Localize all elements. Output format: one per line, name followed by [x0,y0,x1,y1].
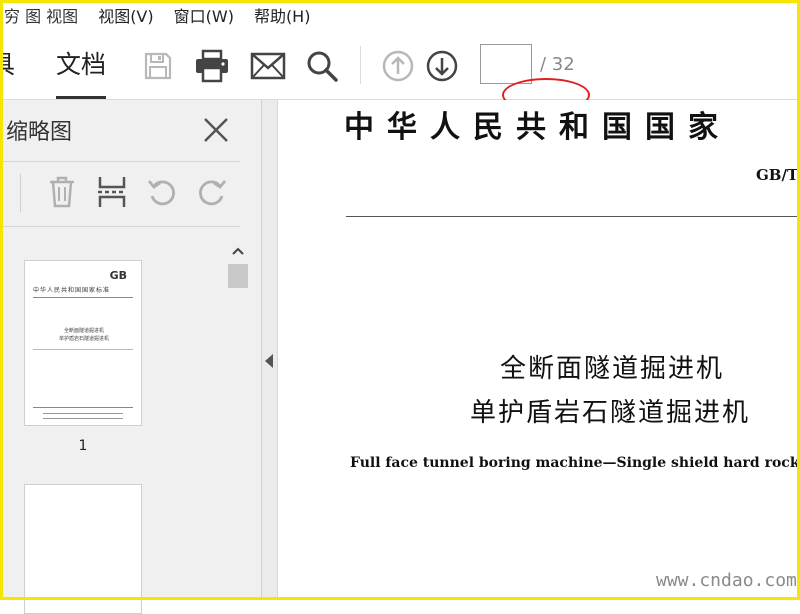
page-thumbnail-1[interactable]: GB 中华人民共和国国家标准 全断面隧道掘进机 单护盾岩石隧道掘进机 [24,260,142,426]
toolbar: 具 文档 / 32 [0,30,800,112]
thumbnail-title2: 单护盾岩石隧道掘进机 [58,336,109,342]
thumbnail-rule [33,297,133,298]
watermark: www.cndao.com [656,570,797,591]
search-icon [307,51,338,82]
document-english-title: Full face tunnel boring machine—Single s… [350,455,800,471]
menu-item-view[interactable]: 视图(V) [88,3,163,27]
thumbnail-header: 中华人民共和国国家标准 [33,287,111,294]
rotate-left-button[interactable] [144,174,180,210]
document-view: 中华人民共和国国家 GB/T 全断面隧道掘进机 单护盾岩石隧道掘进机 Full … [278,100,800,600]
thumbnail-page-label: 1 [78,438,88,454]
close-panel-button[interactable] [200,114,232,146]
standard-code: GB/T [756,166,799,184]
previous-page-button[interactable] [380,48,416,84]
menu-bar: 穷 图 视图 视图(V) 窗口(W) 帮助(H) [0,0,800,30]
save-icon [144,52,172,80]
next-page-button[interactable] [424,48,460,84]
collapse-arrow-icon[interactable] [265,354,273,368]
panel-collapse-strip[interactable] [262,100,278,600]
scrollbar-thumb[interactable] [228,264,248,288]
menu-item-window[interactable]: 窗口(W) [164,3,244,27]
thumbnail-text-line [43,418,123,419]
email-button[interactable] [250,48,286,84]
gb-logo: GB [109,269,127,282]
thumbnail-title1: 全断面隧道掘进机 [63,328,104,334]
chevron-up-icon [232,247,244,255]
page-number-input[interactable] [480,44,532,84]
thumbnail-text-line [43,413,123,414]
tab-document[interactable]: 文档 [56,30,106,100]
toolbar-separator [360,46,361,84]
menu-item-partial[interactable]: 穷 图 视图 [0,3,88,27]
page-thumbnail-2[interactable] [24,484,142,614]
tab-tools[interactable]: 具 [0,30,15,100]
thumbnail-panel: 缩略图 GB 中华人民共和国国家标准 全断面隧道掘进机 单护盾岩石隧道掘进机 1 [0,100,262,614]
thumbnail-text-line [33,349,133,350]
mail-icon [250,52,286,80]
document-header: 中华人民共和国国家 [344,110,731,145]
active-tab-indicator [56,96,106,99]
delete-page-button[interactable] [44,174,80,210]
document-rule [346,216,800,217]
delete-icon [50,176,74,208]
tool-separator [20,174,21,212]
search-button[interactable] [304,48,340,84]
close-icon [204,118,228,142]
divider [0,226,240,227]
thumbnail-scrollbar[interactable] [226,240,250,600]
extract-icon [98,177,126,207]
page-up-icon [382,50,414,82]
rotate-right-button[interactable] [194,174,230,210]
thumbnail-rule [33,407,133,408]
panel-title: 缩略图 [6,120,73,145]
document-title-line1: 全断面隧道掘进机 [500,354,725,384]
save-button[interactable] [140,48,176,84]
rotate-left-icon [147,180,175,206]
scroll-up-button[interactable] [226,240,250,262]
page-down-icon [426,50,458,82]
rotate-right-icon [199,180,227,206]
extract-page-button[interactable] [94,174,130,210]
document-title-line2: 单护盾岩石隧道掘进机 [470,398,751,428]
print-button[interactable] [194,48,230,84]
page-count: / 32 [540,54,575,75]
menu-item-help[interactable]: 帮助(H) [244,3,321,27]
print-icon [196,49,228,83]
divider [0,161,240,162]
